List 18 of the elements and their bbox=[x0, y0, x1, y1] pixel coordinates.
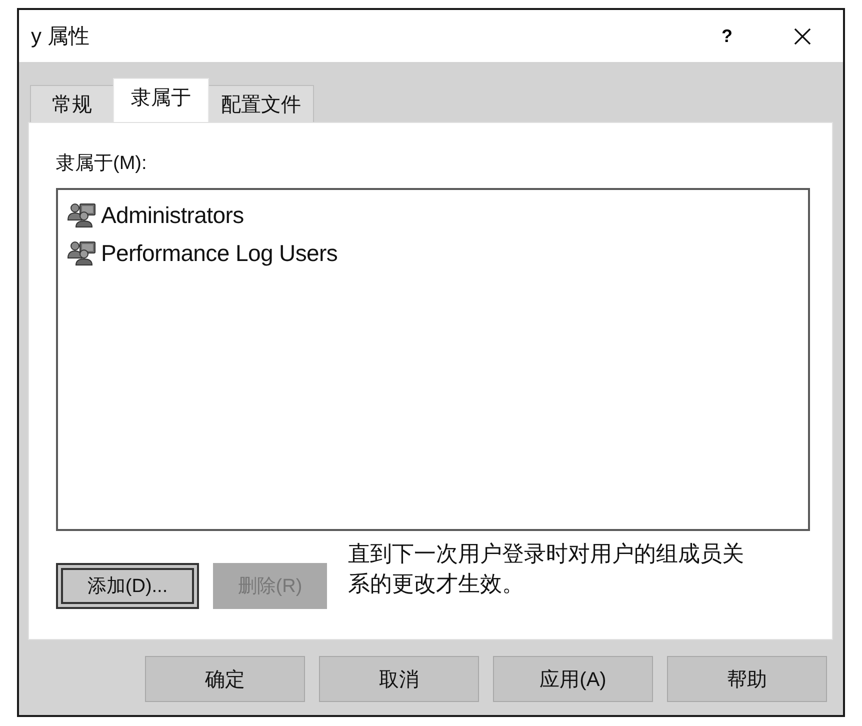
dialog-button[interactable]: 取消 bbox=[319, 656, 479, 702]
close-icon bbox=[794, 28, 810, 44]
dialog-button[interactable]: 确定 bbox=[145, 656, 305, 702]
group-list[interactable]: Administrators Performance Log Users bbox=[56, 188, 810, 531]
tab[interactable]: 常规 bbox=[30, 85, 114, 122]
list-label: 隶属于(M): bbox=[56, 152, 147, 176]
user-group-icon bbox=[67, 240, 97, 266]
note-text: 直到下一次用户登录时对用户的组成员关系的更改才生效。 bbox=[348, 540, 745, 598]
action-button[interactable]: 添加(D)... bbox=[56, 563, 199, 609]
dialog-button[interactable]: 帮助 bbox=[667, 656, 827, 702]
help-button[interactable]: ? bbox=[699, 14, 755, 58]
tab[interactable]: 隶属于 bbox=[113, 78, 209, 122]
list-item[interactable]: Performance Log Users bbox=[67, 234, 338, 272]
dialog-button[interactable]: 应用(A) bbox=[493, 656, 653, 702]
user-group-icon bbox=[67, 202, 97, 228]
tab[interactable]: 配置文件 bbox=[208, 85, 314, 122]
window-title: y 属性 bbox=[31, 24, 90, 50]
list-item[interactable]: Administrators bbox=[67, 196, 244, 234]
